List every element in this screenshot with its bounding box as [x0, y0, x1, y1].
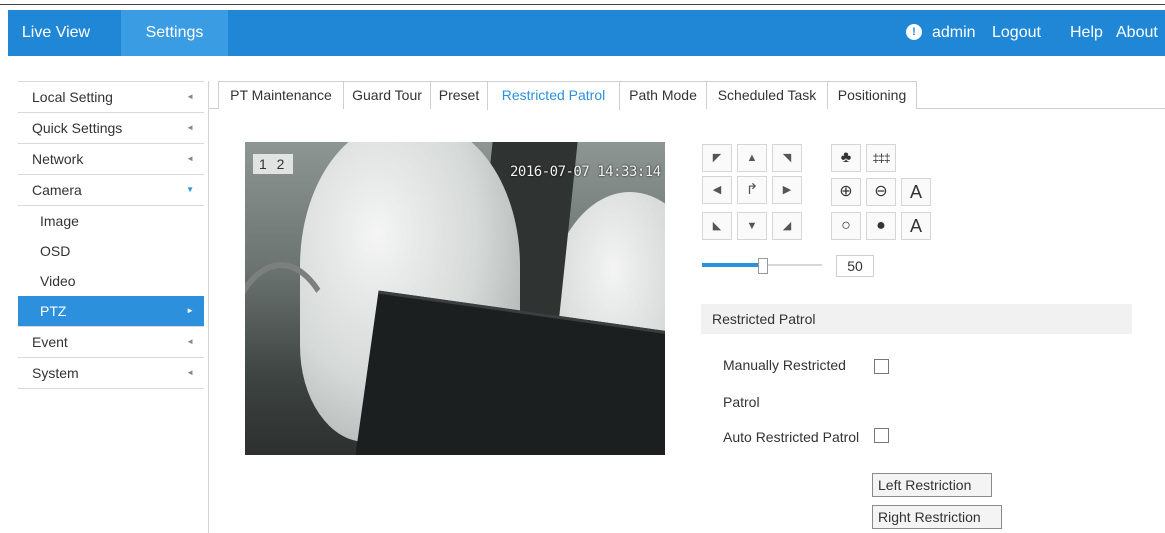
sidebar-item-label: Event: [32, 334, 68, 350]
tab-positioning[interactable]: Positioning: [827, 81, 917, 109]
grid-icon-button[interactable]: ‡‡‡: [866, 144, 896, 172]
manual-restricted-label-cont: Patrol: [723, 394, 760, 410]
live-video-preview[interactable]: 1 2 2016-07-07 14:33:14: [245, 142, 665, 455]
username: admin: [932, 24, 976, 41]
sidebar-item-video[interactable]: Video: [18, 266, 204, 296]
about-link[interactable]: About: [1116, 10, 1158, 56]
chevron-left-icon: ◄: [186, 368, 194, 377]
filled-circle-icon: ●: [876, 217, 886, 234]
ptz-tabs: PT Maintenance Guard Tour Preset Restric…: [218, 81, 1165, 110]
chevron-right-icon: ►: [186, 306, 194, 315]
tab-restricted-patrol[interactable]: Restricted Patrol: [487, 81, 620, 110]
top-navigation-bar: Live View Settings ! admin Logout Help A…: [8, 10, 1165, 56]
tab-pt-maintenance[interactable]: PT Maintenance: [218, 81, 344, 109]
tab-guard-tour[interactable]: Guard Tour: [343, 81, 431, 109]
arrow-right-icon: ▶: [782, 184, 792, 196]
manual-restricted-label: Manually Restricted: [723, 357, 846, 373]
open-circle-icon: ○: [841, 217, 851, 234]
pan-up-left-button[interactable]: ◤: [702, 144, 732, 172]
slider-value: 50: [836, 255, 874, 277]
arrow-down-right-icon: ◢: [782, 220, 792, 232]
sidebar-item-ptz[interactable]: PTZ ►: [18, 296, 204, 327]
sidebar-item-osd[interactable]: OSD: [18, 236, 204, 266]
sidebar-item-local-setting[interactable]: Local Setting ◄: [18, 81, 204, 113]
sidebar-item-network[interactable]: Network ◄: [18, 144, 204, 175]
top-rule: [0, 4, 1165, 5]
right-restriction-button[interactable]: Right Restriction: [872, 505, 1002, 529]
tree-icon-button[interactable]: ♣: [831, 144, 861, 172]
sidebar: Local Setting ◄ Quick Settings ◄ Network…: [18, 81, 204, 389]
filled-circle-icon-button[interactable]: ●: [866, 212, 896, 240]
chevron-left-icon: ◄: [186, 92, 194, 101]
pan-down-left-button[interactable]: ◣: [702, 212, 732, 240]
arrow-down-icon: ▼: [746, 220, 758, 232]
sidebar-item-label: Local Setting: [32, 89, 113, 105]
arrow-up-left-icon: ◤: [712, 152, 722, 164]
manual-restricted-checkbox[interactable]: [874, 359, 889, 374]
arrow-up-icon: ▲: [746, 152, 758, 164]
channel-label: 1 2: [253, 154, 294, 174]
magnifier-plus-icon: ⊕: [839, 183, 853, 200]
restricted-patrol-header: Restricted Patrol: [701, 304, 1132, 334]
letter-a-button-lower[interactable]: A: [901, 212, 931, 240]
tab-path-mode[interactable]: Path Mode: [619, 81, 707, 109]
sidebar-item-event[interactable]: Event ◄: [18, 327, 204, 358]
sidebar-item-label: PTZ: [40, 303, 67, 319]
sidebar-item-label: Camera: [32, 182, 82, 198]
sidebar-item-system[interactable]: System ◄: [18, 358, 204, 389]
sidebar-item-label: OSD: [40, 243, 71, 259]
tree-icon: ♣: [840, 149, 852, 166]
sidebar-item-quick-settings[interactable]: Quick Settings ◄: [18, 113, 204, 144]
help-link[interactable]: Help: [1070, 10, 1103, 56]
magnifier-minus-icon-button[interactable]: ⊖: [866, 178, 896, 206]
curved-arrow-icon: ↱: [745, 181, 759, 198]
osd-timestamp: 2016-07-07 14:33:14: [510, 164, 661, 180]
slider-handle[interactable]: [758, 258, 768, 274]
pan-down-right-button[interactable]: ◢: [772, 212, 802, 240]
slider-fill: [702, 263, 762, 267]
pan-right-button[interactable]: ▶: [772, 176, 802, 204]
nav-tab-settings[interactable]: Settings: [121, 10, 228, 56]
letter-a-button-upper[interactable]: A: [901, 178, 931, 206]
auto-restricted-label: Auto Restricted Patrol: [723, 429, 860, 445]
magnifier-minus-icon: ⊖: [874, 183, 888, 200]
pan-up-right-button[interactable]: ◥: [772, 144, 802, 172]
arrow-up-right-icon: ◥: [782, 152, 792, 164]
chevron-left-icon: ◄: [186, 337, 194, 346]
content-divider: [208, 81, 209, 533]
tilt-down-button[interactable]: ▼: [737, 212, 767, 240]
auto-scan-button[interactable]: ↱: [737, 176, 767, 204]
sidebar-item-label: System: [32, 365, 79, 381]
sidebar-item-camera[interactable]: Camera ▼: [18, 175, 204, 206]
sidebar-item-label: Network: [32, 151, 84, 167]
chevron-left-icon: ◄: [186, 154, 194, 163]
slider[interactable]: [702, 258, 822, 274]
user-icon: !: [906, 24, 922, 40]
left-restriction-button[interactable]: Left Restriction: [872, 473, 992, 497]
grid-icon: ‡‡‡: [872, 151, 890, 165]
chevron-left-icon: ◄: [186, 123, 194, 132]
logout-link[interactable]: Logout: [992, 10, 1041, 56]
arrow-left-icon: ◀: [712, 184, 722, 196]
auto-restricted-checkbox[interactable]: [874, 428, 889, 443]
sidebar-item-label: Quick Settings: [32, 120, 123, 136]
sidebar-item-label: Image: [40, 213, 79, 229]
pan-left-button[interactable]: ◀: [702, 176, 732, 204]
tab-scheduled-task[interactable]: Scheduled Task: [706, 81, 828, 109]
nav-tab-live-view[interactable]: Live View: [8, 10, 104, 56]
sidebar-item-label: Video: [40, 273, 76, 289]
sidebar-item-image[interactable]: Image: [18, 206, 204, 236]
magnifier-plus-icon-button[interactable]: ⊕: [831, 178, 861, 206]
tab-preset[interactable]: Preset: [430, 81, 488, 109]
arrow-down-left-icon: ◣: [712, 220, 722, 232]
tilt-up-button[interactable]: ▲: [737, 144, 767, 172]
open-circle-icon-button[interactable]: ○: [831, 212, 861, 240]
chevron-down-icon: ▼: [186, 185, 194, 194]
